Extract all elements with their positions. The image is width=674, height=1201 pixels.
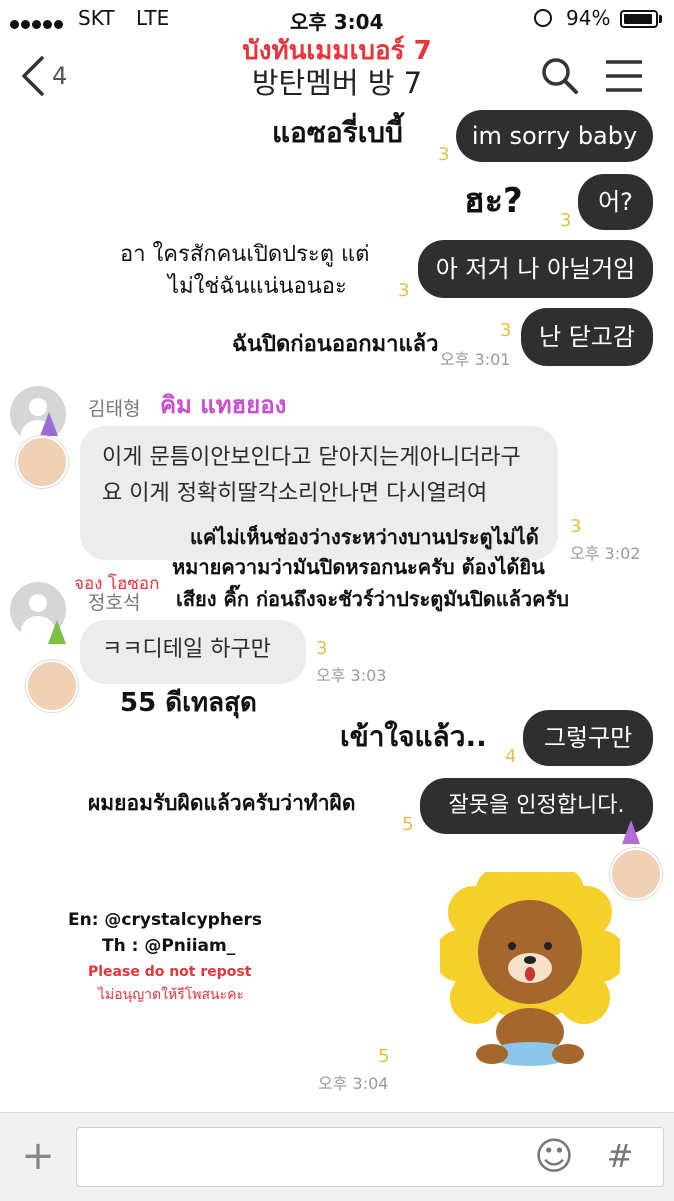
search-icon xyxy=(542,58,578,94)
unread-count: 3 xyxy=(500,320,512,341)
unread-count: 4 xyxy=(505,746,517,767)
menu-button[interactable] xyxy=(604,58,644,94)
hashtag-search-button[interactable]: # xyxy=(600,1134,640,1178)
message-time: 오후 3:02 xyxy=(570,544,641,563)
thai-translation: ฉันปิดก่อนออกมาแล้ว xyxy=(232,332,439,357)
battery-tip xyxy=(659,15,662,23)
carrier-name: SKT xyxy=(78,6,115,30)
battery-percent: 94% xyxy=(566,6,611,30)
sent-message-bubble[interactable]: 어? xyxy=(578,174,653,230)
thai-translation: เสียง คิ๊ก ก่อนถึงจะชัวร์ว่าประตูมันปิดแ… xyxy=(176,587,569,611)
sent-message-bubble[interactable]: 잘못을 인정합니다. xyxy=(420,778,653,834)
received-message-bubble[interactable]: ㅋㅋ디테일 하구만 xyxy=(80,620,306,684)
thai-translation: อา ใครสักคนเปิดประตู แต่ xyxy=(120,242,370,267)
repost-warning: Please do not repost xyxy=(88,964,252,980)
thai-translation: หมายความว่ามันปิดหรอกนะครับ ต้องได้ยิน xyxy=(172,555,545,579)
battery-icon xyxy=(620,10,658,28)
network-type: LTE xyxy=(136,6,170,30)
repost-warning-thai: ไม่อนุญาตให้รีโพสนะคะ xyxy=(98,987,244,1003)
unread-count: 3 xyxy=(438,144,450,165)
party-hat-icon xyxy=(622,820,640,844)
message-time: 오후 3:03 xyxy=(316,666,387,685)
english-translator-credit: En: @crystalcyphers xyxy=(68,910,262,930)
thai-translation: แค่ไม่เห็นช่องว่างระหว่างบานประตูไม่ได้ xyxy=(190,525,539,549)
thai-sender-name: คิม แทฮยอง xyxy=(160,391,287,419)
thai-translation: 55 ดีเทลสุด xyxy=(120,688,257,718)
search-button[interactable] xyxy=(540,56,580,96)
thai-translation: ผมยอมรับผิดแล้วครับว่าทำผิด xyxy=(88,791,356,815)
emoji-button[interactable]: ☺ xyxy=(534,1136,574,1176)
thai-translation: แอซอรี่เบบี้ xyxy=(272,116,403,149)
unread-count: 3 xyxy=(398,280,410,301)
message-input[interactable] xyxy=(76,1127,664,1187)
lion-sticker[interactable] xyxy=(434,862,626,1068)
sender-name: 김태형 xyxy=(88,398,141,420)
thai-translation: เข้าใจแล้ว.. xyxy=(340,720,487,753)
unread-count: 5 xyxy=(402,814,414,835)
party-hat-icon xyxy=(40,412,58,436)
thai-translation: ฮะ? xyxy=(464,181,523,221)
hamburger-menu-icon xyxy=(606,60,642,92)
member-face-sticker xyxy=(16,436,68,488)
lion-icon xyxy=(434,862,626,1066)
attach-plus-button[interactable]: + xyxy=(16,1126,60,1186)
message-time: 오후 3:04 xyxy=(318,1074,389,1093)
sent-message-bubble[interactable]: 그렇구만 xyxy=(523,710,653,766)
unread-count: 3 xyxy=(316,638,328,659)
sent-message-bubble[interactable]: im sorry baby xyxy=(456,110,653,162)
sender-name: 정호석 xyxy=(88,592,141,614)
unread-count: 3 xyxy=(570,516,582,537)
thai-translator-credit: Th : @Pniiam_ xyxy=(102,936,236,956)
sent-message-bubble[interactable]: 아 저거 나 아닐거임 xyxy=(418,240,653,298)
rotation-lock-icon xyxy=(534,9,552,27)
sent-message-bubble[interactable]: 난 닫고감 xyxy=(521,308,653,366)
unread-count: 5 xyxy=(378,1046,390,1067)
member-face-sticker xyxy=(26,660,78,712)
party-hat-icon xyxy=(48,620,66,644)
unread-count: 3 xyxy=(560,210,572,231)
thai-translation: ไม่ใช่ฉันแน่นอนอะ xyxy=(168,274,347,299)
message-time: 오후 3:01 xyxy=(440,350,511,369)
